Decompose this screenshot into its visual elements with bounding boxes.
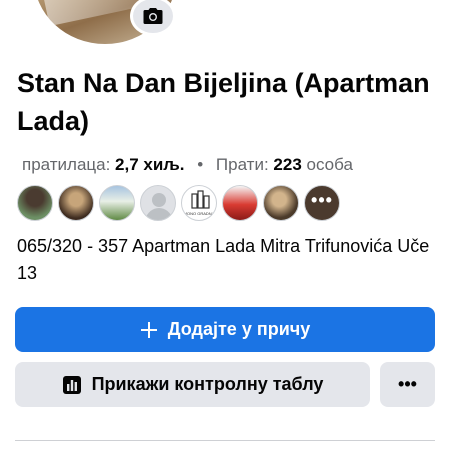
follower-avatar[interactable] xyxy=(222,185,258,221)
add-to-story-button[interactable]: Додајте у причу xyxy=(15,307,435,352)
logo-caption: MONO GRADNJA xyxy=(184,211,217,216)
follower-avatar-logo[interactable]: MONO GRADNJA xyxy=(181,185,217,221)
add-to-story-label: Додајте у причу xyxy=(167,319,311,339)
follower-avatar-placeholder[interactable] xyxy=(140,185,176,221)
default-person-icon xyxy=(145,193,173,220)
followers-avatars: MONO GRADNJA ••• xyxy=(17,185,340,221)
following-unit: особа xyxy=(306,155,353,174)
page-address: 065/320 - 357 Apartman Lada Mitra Trifun… xyxy=(17,236,430,283)
camera-icon xyxy=(143,8,163,24)
follower-avatar[interactable] xyxy=(17,185,53,221)
view-dashboard-button[interactable]: Прикажи контролну таблу xyxy=(15,362,370,407)
follower-avatar[interactable] xyxy=(58,185,94,221)
more-dots-icon: ••• xyxy=(311,190,333,210)
more-options-button[interactable]: ••• xyxy=(380,362,435,407)
more-options-icon: ••• xyxy=(398,374,417,394)
bar-chart-icon xyxy=(62,375,81,394)
following-label: Прати: xyxy=(215,155,269,174)
follower-avatar[interactable] xyxy=(263,185,299,221)
more-followers-button[interactable]: ••• xyxy=(304,185,340,221)
view-dashboard-label: Прикажи контролну таблу xyxy=(91,374,324,394)
following-count[interactable]: 223 xyxy=(273,155,301,174)
follower-avatar[interactable] xyxy=(99,185,135,221)
page-title: Stan Na Dan Bijeljina (Apartman Lada) xyxy=(17,68,430,136)
section-divider xyxy=(15,440,435,441)
followers-label: пратилаца: xyxy=(22,155,111,174)
followers-count[interactable]: 2,7 хиљ. xyxy=(115,155,184,174)
change-photo-button[interactable] xyxy=(130,0,176,36)
plus-icon xyxy=(140,321,157,338)
profile-stats: пратилаца: 2,7 хиљ. • Прати: 223 особа xyxy=(22,155,353,175)
stats-separator: • xyxy=(197,155,204,174)
building-logo-icon: MONO GRADNJA xyxy=(184,190,217,216)
